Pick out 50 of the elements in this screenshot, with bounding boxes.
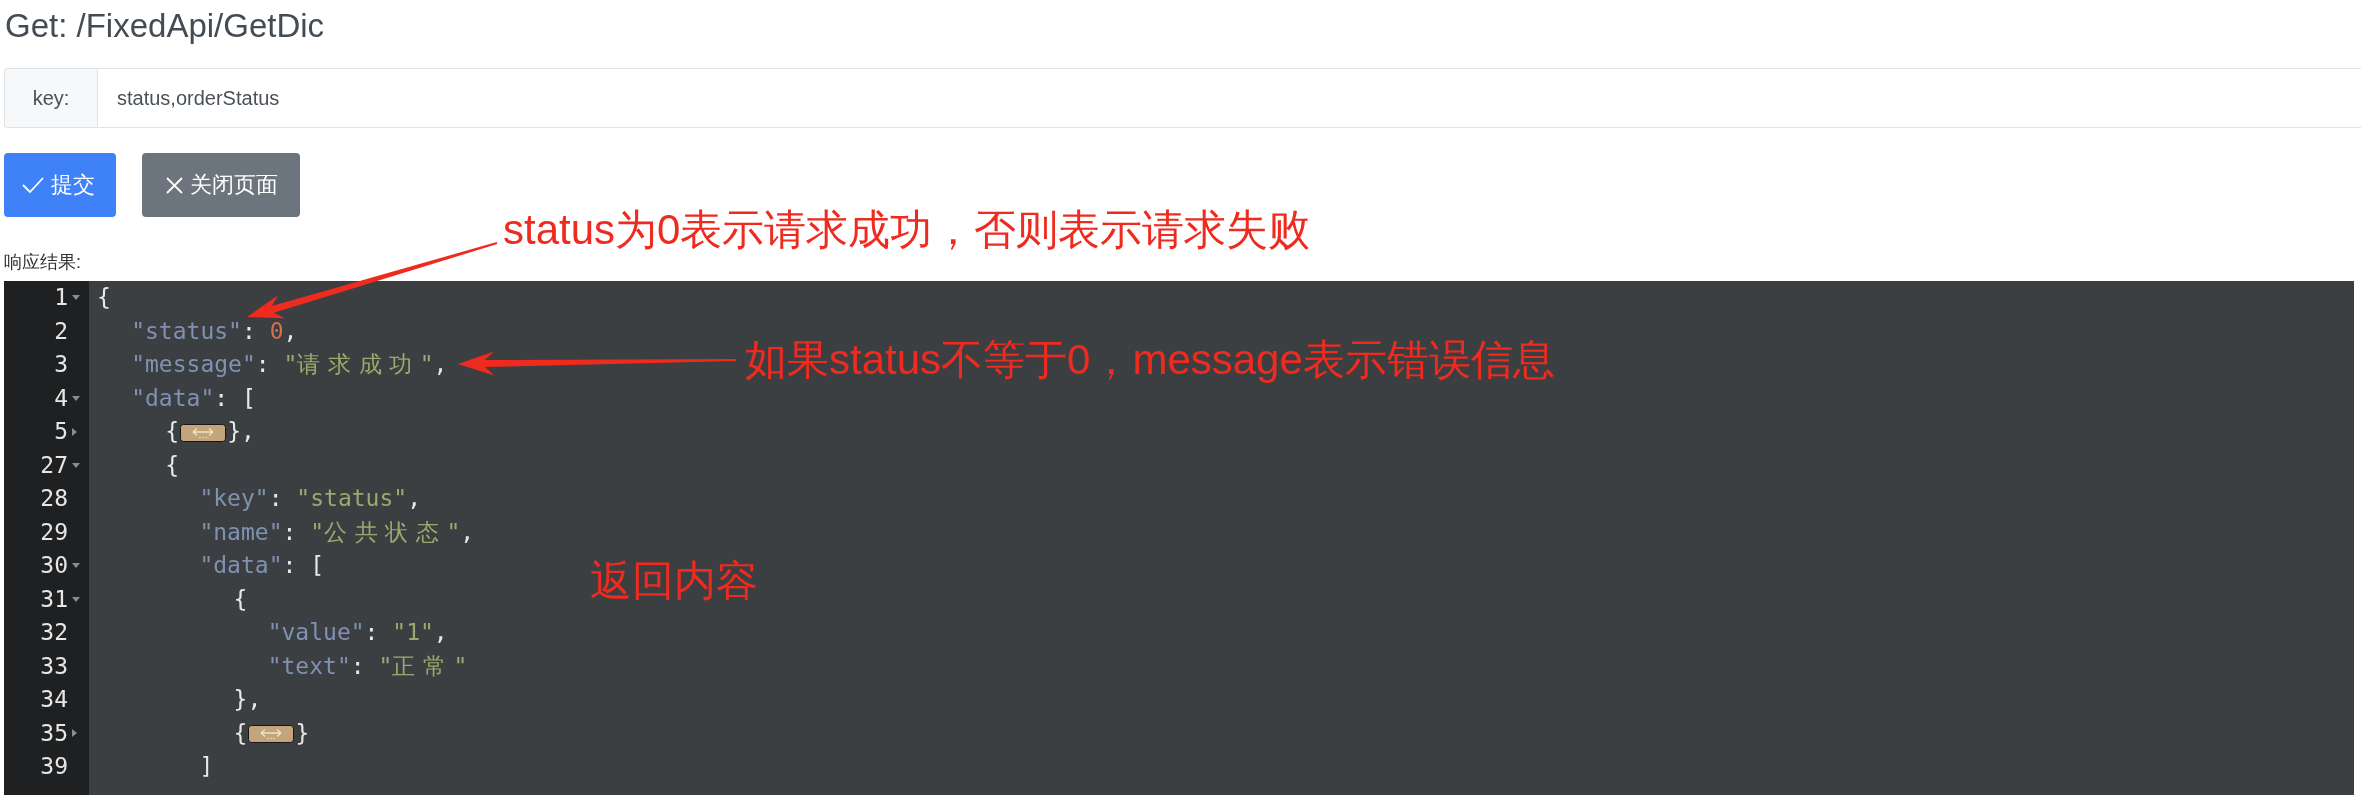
caret-down-icon[interactable] — [72, 462, 80, 468]
code-line: }, — [233, 686, 262, 712]
input-label: key: — [4, 68, 98, 128]
code-text: }, — [227, 418, 255, 444]
code-line: { — [97, 284, 111, 310]
caret-down-icon[interactable] — [72, 596, 80, 602]
code-line: "data": [ — [131, 384, 256, 411]
line-number: 31 — [39, 584, 68, 614]
caret-down-icon[interactable] — [72, 563, 80, 569]
annotation-text: 返回内容 — [590, 556, 758, 606]
code-line: "key": "status", — [199, 485, 421, 511]
caret-down-icon[interactable] — [72, 395, 80, 401]
line-number: 29 — [39, 517, 68, 547]
caret-right-icon[interactable] — [72, 729, 77, 738]
line-number: 39 — [39, 752, 68, 781]
code-line: "name": "公共状态", — [199, 518, 475, 545]
line-number: 3 — [53, 350, 68, 379]
line-number: 34 — [39, 685, 68, 714]
line-number: 1 — [53, 283, 68, 312]
code-line: "data": [ — [199, 552, 325, 578]
code-line: "text": "正常" — [267, 652, 468, 679]
code-text: { — [165, 418, 180, 444]
code-text: { — [233, 719, 248, 746]
caret-right-icon[interactable] — [72, 427, 77, 436]
code-line: "message": "请求成功", — [131, 351, 448, 377]
submit-button[interactable]: 提交 — [4, 153, 116, 217]
code-line: { — [233, 585, 248, 612]
line-number: 28 — [39, 484, 68, 513]
line-number: 35 — [39, 718, 68, 748]
page-title: Get: /FixedApi/GetDic — [5, 6, 325, 46]
caret-down-icon[interactable] — [72, 295, 80, 301]
line-number: 4 — [53, 383, 68, 413]
annotation-text: 如果status不等于0，message表示错误信息 — [745, 335, 1555, 385]
code-line: { — [165, 451, 180, 478]
close-page-button[interactable]: 关闭页面 — [142, 153, 300, 217]
code-line: "value": "1", — [267, 619, 448, 645]
line-number: 32 — [39, 618, 68, 647]
code-line: ] — [199, 753, 214, 779]
line-number: 5 — [53, 417, 68, 446]
line-number: 27 — [39, 450, 68, 480]
check-icon — [22, 177, 44, 193]
annotation-text: status为0表示请求成功，否则表示请求失败 — [503, 205, 1311, 255]
key-input[interactable]: status,orderStatus — [98, 68, 2361, 128]
code-line: "status": 0, — [131, 317, 298, 344]
close-icon — [166, 176, 183, 194]
line-number: 2 — [53, 316, 68, 346]
line-number: 30 — [39, 551, 68, 580]
response-label: 响应结果: — [4, 251, 81, 274]
line-number: 33 — [39, 651, 68, 681]
code-text: } — [295, 719, 310, 746]
